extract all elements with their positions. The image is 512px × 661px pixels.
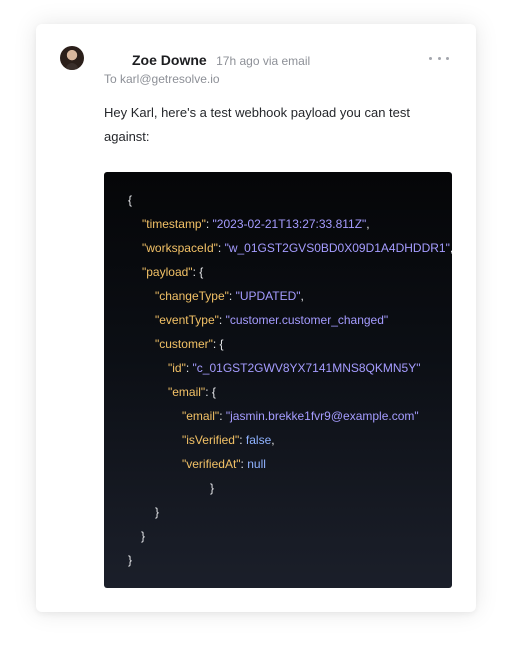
avatar (60, 46, 84, 70)
code-line-10: "email": "jasmin.brekke1fvr9@example.com… (182, 409, 419, 423)
code-line-15: } (141, 529, 146, 543)
code-line-14: } (155, 505, 160, 519)
code-line-13: } (210, 481, 215, 495)
recipient-line: To karl@getresolve.io (104, 72, 220, 86)
code-line-16: } (128, 553, 133, 567)
message-meta: 17h ago via email (216, 54, 311, 68)
code-line-4: "payload": { (142, 265, 204, 279)
code-line-2: "timestamp": "2023-02-21T13:27:33.811Z", (142, 217, 370, 231)
email-message-card: Zoe Downe 17h ago via email To karl@getr… (36, 24, 476, 612)
more-options-button[interactable] (429, 52, 449, 64)
webhook-payload-code-block: { "timestamp": "2023-02-21T13:27:33.811Z… (104, 172, 452, 588)
code-line-7: "customer": { (155, 337, 224, 351)
code-line-3: "workspaceId": "w_01GST2GVS0BD0X09D1A4DH… (142, 241, 452, 255)
code-line-9: "email": { (168, 385, 216, 399)
sender-name: Zoe Downe (132, 52, 207, 68)
code-line-8: "id": "c_01GST2GWV8YX7141MNS8QKMN5Y" (168, 361, 421, 375)
code-line-6: "eventType": "customer.customer_changed" (155, 313, 389, 327)
more-horizontal-icon (446, 56, 449, 60)
code-line-5: "changeType": "UPDATED", (155, 289, 304, 303)
sender-line: Zoe Downe 17h ago via email (132, 51, 310, 70)
code-line-11: "isVerified": false, (182, 433, 275, 447)
more-horizontal-icon (437, 56, 441, 60)
message-body: Hey Karl, here's a test webhook payload … (104, 105, 410, 144)
code-line-12: "verifiedAt": null (182, 457, 266, 471)
code-line-1: { (128, 193, 133, 207)
more-horizontal-icon (429, 56, 432, 60)
